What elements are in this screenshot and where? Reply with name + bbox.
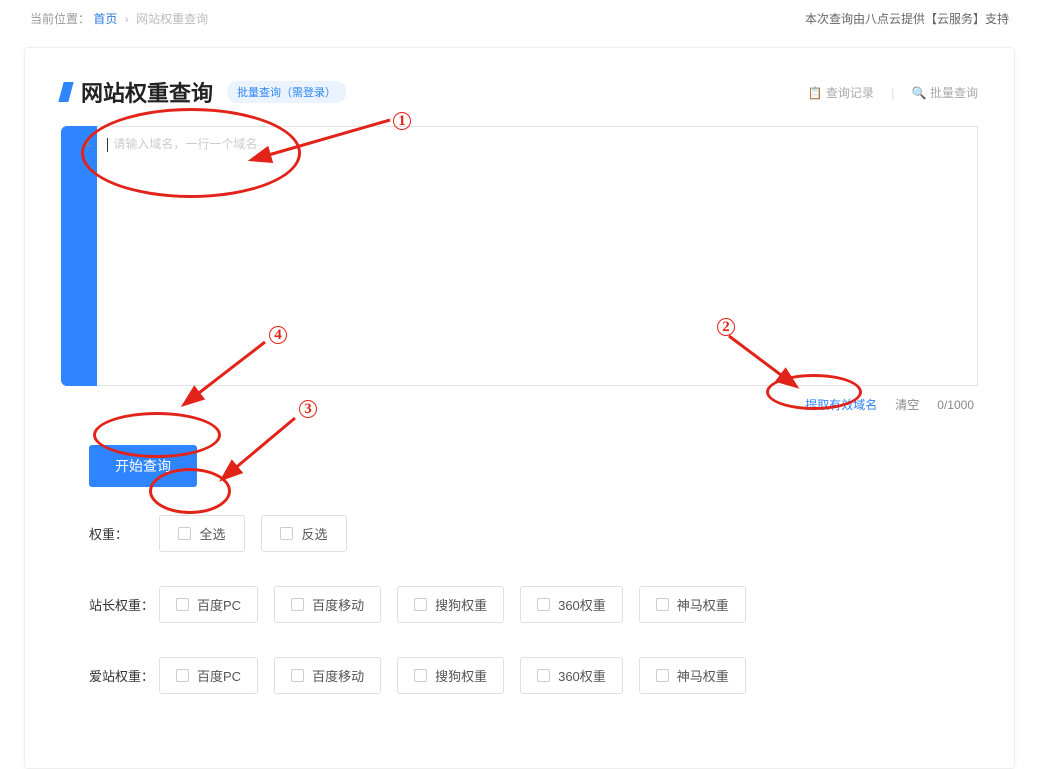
provider-note: 本次查询由八点云提供【云服务】支持 [805, 10, 1009, 27]
zz-baidu-mobile[interactable]: 百度移动 [274, 586, 381, 623]
breadcrumb-sep: › [125, 12, 129, 26]
annotation-circle-4 [93, 412, 221, 458]
row-aizhan: 爱站权重： 百度PC 百度移动 搜狗权重 360权重 神马权重 [89, 657, 978, 694]
zz-360[interactable]: 360权重 [520, 586, 623, 623]
checkbox-icon [291, 669, 304, 682]
breadcrumb-home-link[interactable]: 首页 [93, 12, 117, 26]
checkbox-icon [280, 527, 293, 540]
checkbox-icon [656, 598, 669, 611]
annotation-arrow-4 [185, 338, 285, 408]
az-baidu-mobile[interactable]: 百度移动 [274, 657, 381, 694]
header-actions: 📋 查询记录 | 🔍 批量查询 [794, 84, 978, 101]
breadcrumb-bar: 当前位置： 首页 › 网站权重查询 本次查询由八点云提供【云服务】支持 [0, 0, 1039, 27]
opt-select-all[interactable]: 全选 [159, 515, 245, 552]
title-accent-bar [58, 82, 73, 102]
zz-shenma[interactable]: 神马权重 [639, 586, 746, 623]
annotation-arrow-3 [223, 414, 313, 484]
checkbox-icon [178, 527, 191, 540]
zz-baidu-pc[interactable]: 百度PC [159, 586, 258, 623]
checkbox-icon [656, 669, 669, 682]
opt-invert[interactable]: 反选 [261, 515, 347, 552]
zz-sogou[interactable]: 搜狗权重 [397, 586, 504, 623]
annotation-circle-3 [149, 468, 231, 514]
clipboard-icon: 📋 [808, 86, 823, 100]
checkbox-icon [414, 598, 427, 611]
breadcrumb-label: 当前位置： [30, 12, 90, 26]
checkbox-icon [537, 669, 550, 682]
checkbox-icon [176, 669, 189, 682]
checkbox-icon [291, 598, 304, 611]
row-weight-label: 权重： [89, 524, 159, 543]
row-weight: 权重： 全选 反选 [89, 515, 978, 552]
az-shenma[interactable]: 神马权重 [639, 657, 746, 694]
checkbox-icon [176, 598, 189, 611]
row-aizhan-label: 爱站权重： [89, 666, 159, 685]
batch-query-link[interactable]: 🔍 批量查询 [912, 86, 978, 100]
main-panel: 网站权重查询 批量查询（需登录） 📋 查询记录 | 🔍 批量查询 1 请输入域名… [24, 47, 1015, 769]
az-baidu-pc[interactable]: 百度PC [159, 657, 258, 694]
history-link[interactable]: 📋 查询记录 [808, 86, 878, 100]
checkbox-icon [537, 598, 550, 611]
breadcrumb-current: 网站权重查询 [136, 12, 208, 26]
search-icon: 🔍 [912, 86, 927, 100]
az-360[interactable]: 360权重 [520, 657, 623, 694]
batch-login-badge[interactable]: 批量查询（需登录） [227, 81, 346, 103]
row-zhanzhang-label: 站长权重： [89, 595, 159, 614]
page-title: 网站权重查询 [81, 76, 213, 108]
clear-link[interactable]: 清空 [895, 396, 919, 413]
annotation-arrow-2 [721, 332, 811, 392]
annotation-arrow-1 [255, 114, 405, 174]
checkbox-icon [414, 669, 427, 682]
char-counter: 0/1000 [937, 398, 974, 412]
row-zhanzhang: 站长权重： 百度PC 百度移动 搜狗权重 360权重 神马权重 [89, 586, 978, 623]
az-sogou[interactable]: 搜狗权重 [397, 657, 504, 694]
